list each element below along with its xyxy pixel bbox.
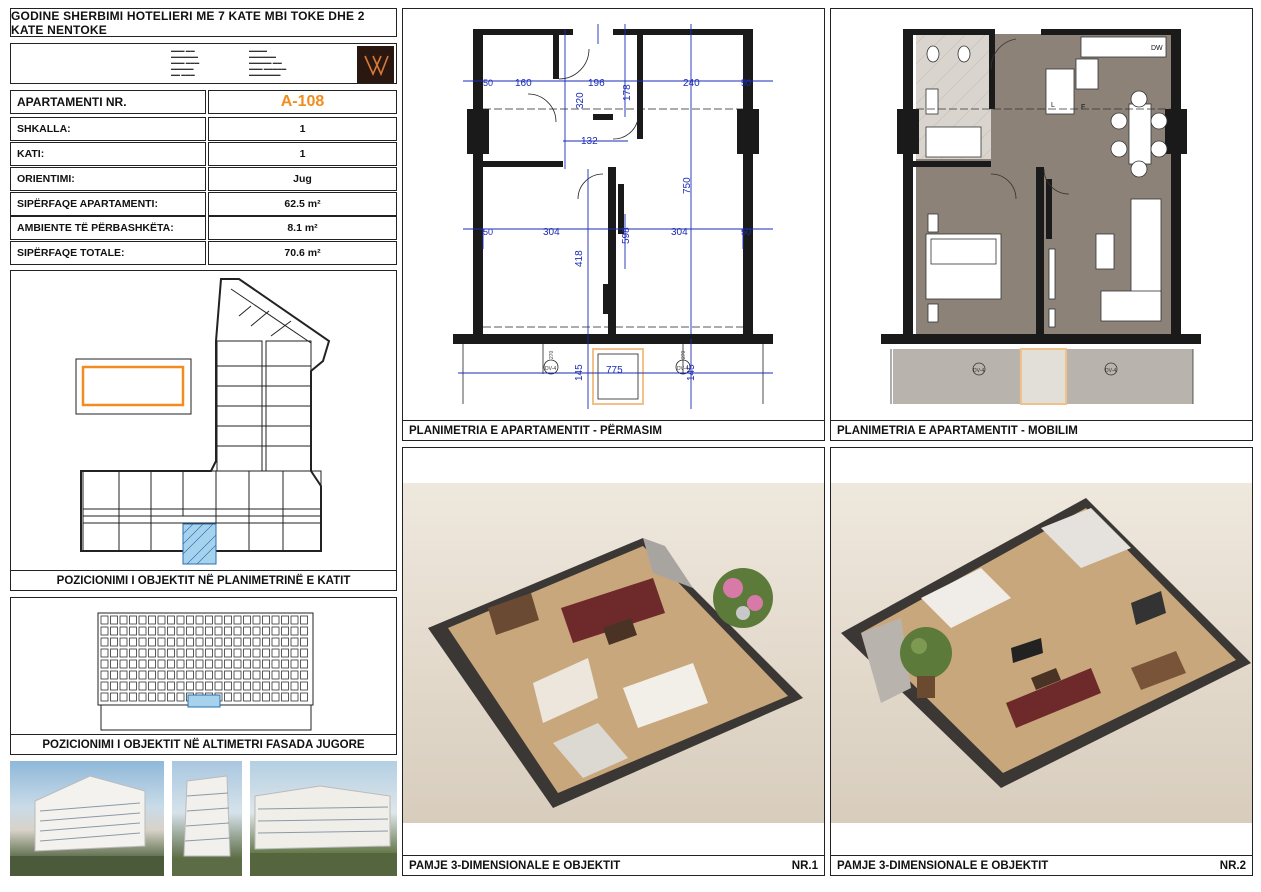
render-photo-3 (250, 761, 397, 876)
info-value: 8.1 m² (208, 216, 397, 240)
plan-furniture-panel: DW L F DV-4 DV-4 PLANIMETRIA E APARTAMEN… (830, 8, 1253, 441)
dim-160: 160 (515, 78, 532, 89)
dv4-right: DV-4 (677, 366, 688, 372)
info-value: 62.5 m² (208, 192, 397, 216)
info-value: 1 (208, 142, 397, 166)
dim-132: 132 (581, 136, 598, 147)
fridge-label: F (1081, 104, 1085, 111)
info-row-orientation: ORIENTIMI: Jug (10, 167, 397, 191)
facade-panel: POZICIONIMI I OBJEKTIT NË ALTIMETRI FASA… (10, 597, 397, 755)
info-value: Jug (208, 167, 397, 191)
view-3d-2-caption: PAMJE 3-DIMENSIONALE E OBJEKTIT NR.2 (831, 855, 1252, 875)
view-3d-2-panel: PAMJE 3-DIMENSIONALE E OBJEKTIT NR.2 (830, 447, 1253, 876)
apartment-number-value: A-108 (208, 90, 397, 114)
info-row-common-area: AMBIENTE TË PËRBASHKËTA: 8.1 m² (10, 216, 397, 240)
photos-panel (10, 761, 397, 876)
info-value: 1 (208, 117, 397, 141)
page-title: GODINE SHERBIMI HOTELIERI ME 7 KATE MBI … (10, 8, 397, 37)
info-label: AMBIENTE TË PËRBASHKËTA: (10, 216, 206, 240)
info-label: SHKALLA: (10, 117, 206, 141)
info-label: KATI: (10, 142, 206, 166)
info-value: 70.6 m² (208, 241, 397, 265)
laundry-label: L (1051, 102, 1055, 109)
plan-furniture-caption: PLANIMETRIA E APARTAMENTIT - MOBILIM (831, 420, 1252, 440)
facade-drawing (97, 612, 314, 731)
render-photo-2 (172, 761, 242, 876)
view-3d-2-title: PAMJE 3-DIMENSIONALE E OBJEKTIT (837, 859, 1049, 872)
render-photo-1 (10, 761, 164, 876)
plan-dimensions-drawing: 160 196 240 50 50 132 304 304 50 50 775 … (453, 24, 773, 409)
dim-50-left-2: 50 (483, 227, 493, 237)
view-3d-1-caption: PAMJE 3-DIMENSIONALE E OBJEKTIT NR.1 (403, 855, 824, 875)
info-label: SIPËRFAQE TOTALE: (10, 241, 206, 265)
company-info-2: ▬▬▬▬ ▬▬▬▬▬▬ ▬▬▬▬▬ ▬▬ ▬▬▬ ▬▬▬▬▬ ▬▬▬▬▬▬▬ (249, 48, 287, 77)
dim-270-left: 270 (549, 350, 555, 359)
company-logo (357, 46, 394, 83)
dim-320: 320 (575, 92, 586, 109)
dim-270-right: 270 (681, 350, 687, 359)
info-row-stair: SHKALLA: 1 (10, 117, 397, 141)
view-3d-1-render (403, 483, 824, 823)
view-3d-1-title: PAMJE 3-DIMENSIONALE E OBJEKTIT (409, 859, 621, 872)
dim-598: 598 (621, 227, 632, 244)
floor-position-caption: POZICIONIMI I OBJEKTIT NË PLANIMETRINË E… (11, 570, 396, 590)
company-block: ▬▬▬ ▬▬ ▬▬▬▬▬▬ ▬▬▬ ▬▬▬ ▬▬▬▬▬ ▬▬ ▬▬▬ ▬▬▬▬ ▬▬▬▬▬… (10, 43, 397, 84)
logo-mark-icon (363, 55, 389, 76)
page-title-text: GODINE SHERBIMI HOTELIERI ME 7 KATE MBI … (11, 8, 365, 37)
dim-178: 178 (622, 84, 633, 101)
dim-304-left: 304 (543, 227, 560, 238)
plan-dimensions-panel: 160 196 240 50 50 132 304 304 50 50 775 … (402, 8, 825, 441)
dim-240: 240 (683, 78, 700, 89)
facade-position-caption: POZICIONIMI I OBJEKTIT NË ALTIMETRI FASA… (11, 734, 396, 754)
floor-keyplan-drawing (75, 278, 331, 565)
dv4-left-furn: DV-4 (973, 368, 984, 374)
plan-dimensions-caption: PLANIMETRIA E APARTAMENTIT - PËRMASIM (403, 420, 824, 440)
dim-50-right-2: 50 (741, 227, 751, 237)
floor-keyplan-panel: POZICIONIMI I OBJEKTIT NË PLANIMETRINË E… (10, 270, 397, 591)
dim-145-left: 145 (574, 364, 585, 381)
dim-50-left: 50 (483, 78, 493, 88)
info-label: SIPËRFAQE APARTAMENTI: (10, 192, 206, 216)
info-row-total-area: SIPËRFAQE TOTALE: 70.6 m² (10, 241, 397, 265)
info-row-floor: KATI: 1 (10, 142, 397, 166)
view-3d-2-number: NR.2 (1219, 859, 1246, 872)
apartment-number-row: APARTAMENTI NR. A-108 (10, 90, 397, 114)
company-info-1: ▬▬▬ ▬▬ ▬▬▬▬▬▬ ▬▬▬ ▬▬▬ ▬▬▬▬▬ ▬▬ ▬▬▬ (171, 48, 200, 77)
apartment-number-label: APARTAMENTI NR. (10, 90, 206, 114)
info-label: ORIENTIMI: (10, 167, 206, 191)
dim-775: 775 (606, 365, 623, 376)
dim-418: 418 (574, 250, 585, 267)
dishwasher-label: DW (1151, 45, 1163, 52)
view-3d-2-render (831, 483, 1252, 823)
dim-196: 196 (588, 78, 605, 89)
dim-50-right: 50 (741, 78, 751, 88)
view-3d-1-panel: PAMJE 3-DIMENSIONALE E OBJEKTIT NR.1 (402, 447, 825, 876)
info-row-apartment-area: SIPËRFAQE APARTAMENTI: 62.5 m² (10, 192, 397, 216)
view-3d-1-number: NR.1 (791, 859, 818, 872)
dim-304-right: 304 (671, 227, 688, 238)
dim-750: 750 (682, 177, 693, 194)
dv4-right-furn: DV-4 (1105, 368, 1116, 374)
dv4-left: DV-4 (545, 366, 556, 372)
plan-furniture-drawing: DW L F DV-4 DV-4 (881, 29, 1201, 405)
